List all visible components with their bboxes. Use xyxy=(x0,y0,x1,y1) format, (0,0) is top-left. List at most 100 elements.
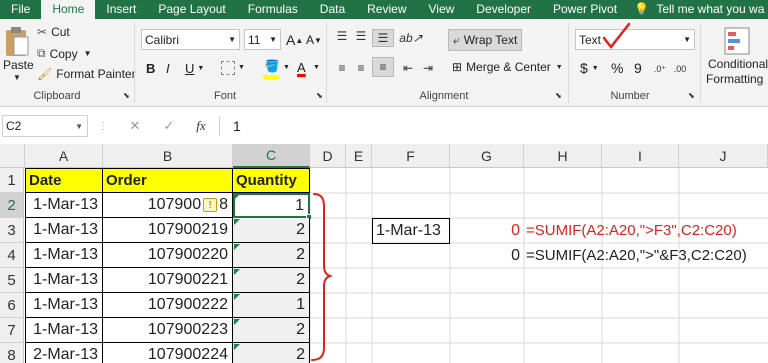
orientation-icon[interactable]: ab↗ xyxy=(399,29,422,47)
row-header-6[interactable]: 6 xyxy=(0,293,24,318)
font-size-box[interactable]: 11 ▼ xyxy=(244,29,281,50)
increase-decimal-icon[interactable]: .0⁺ xyxy=(651,61,669,77)
increase-indent-icon[interactable]: ⇥ xyxy=(420,61,436,75)
column-header-g[interactable]: G xyxy=(450,144,524,168)
column-header-j[interactable]: J xyxy=(679,144,768,168)
decrease-indent-icon[interactable]: ⇤ xyxy=(400,61,416,75)
formula-bar-handle-icon[interactable]: ⋮ xyxy=(98,118,108,134)
row-header-4[interactable]: 4 xyxy=(0,243,24,268)
tab-developer[interactable]: Developer xyxy=(465,0,542,19)
tab-insert[interactable]: Insert xyxy=(95,0,147,19)
row-header-1[interactable]: 1 xyxy=(0,168,24,193)
cell-a8[interactable]: 2-Mar-13 xyxy=(25,343,103,363)
cell-a5[interactable]: 1-Mar-13 xyxy=(25,268,103,293)
cell-c5[interactable]: 2 xyxy=(233,268,310,293)
cell-c7[interactable]: 2 xyxy=(233,318,310,343)
paste-dropdown-icon[interactable]: ▼ xyxy=(13,73,21,82)
font-launcher-icon[interactable]: ⬊ xyxy=(316,91,323,100)
column-header-d[interactable]: D xyxy=(310,144,346,168)
italic-button[interactable]: I xyxy=(166,61,170,76)
cell-b1[interactable]: Order xyxy=(102,168,233,193)
clipboard-launcher-icon[interactable]: ⬊ xyxy=(123,91,130,100)
cell-b8[interactable]: 107900224 xyxy=(103,343,233,363)
font-color-dropdown-icon[interactable]: ▼ xyxy=(313,64,320,71)
currency-button[interactable]: $ ▼ xyxy=(580,60,599,76)
column-header-c[interactable]: C xyxy=(233,144,310,168)
wrap-text-button[interactable]: ⤶ Wrap Text xyxy=(448,29,523,51)
cell-a4[interactable]: 1-Mar-13 xyxy=(25,243,103,268)
warning-icon[interactable]: ! xyxy=(203,198,218,212)
tab-view[interactable]: View xyxy=(418,0,466,19)
row-header-7[interactable]: 7 xyxy=(0,318,24,343)
align-right-icon[interactable]: ≡ xyxy=(372,57,394,77)
alignment-launcher-icon[interactable]: ⬊ xyxy=(555,91,562,100)
paste-label[interactable]: Paste xyxy=(3,58,34,72)
column-header-e[interactable]: E xyxy=(346,144,372,168)
align-center-icon[interactable]: ≡ xyxy=(353,61,369,75)
column-header-h[interactable]: H xyxy=(524,144,602,168)
tab-review[interactable]: Review xyxy=(356,0,417,19)
number-format-box[interactable]: Text ▼ xyxy=(575,29,695,50)
name-box[interactable]: C2 ▼ xyxy=(2,115,88,137)
tab-formulas[interactable]: Formulas xyxy=(237,0,309,19)
cancel-icon[interactable]: ✕ xyxy=(128,118,142,134)
bold-button[interactable]: B xyxy=(146,61,155,76)
cell-h4[interactable]: =SUMIF(A2:A20,">"&F3,C2:C20) xyxy=(524,243,747,268)
cell-g4[interactable]: 0 xyxy=(450,243,524,268)
percent-button[interactable]: % xyxy=(611,60,623,76)
bottom-align-icon[interactable]: ☰ xyxy=(372,29,394,47)
shrink-font-button[interactable]: A ▼ xyxy=(306,33,322,47)
conditional-formatting-icon[interactable] xyxy=(724,27,750,55)
merge-center-button[interactable]: ⊞ Merge & Center ▼ xyxy=(452,60,563,74)
cell-c3[interactable]: 2 xyxy=(233,218,310,243)
row-header-2[interactable]: 2 xyxy=(0,193,24,218)
cell-a2[interactable]: 1-Mar-13 xyxy=(25,193,103,218)
copy-button[interactable]: ⧉ Copy ▼ xyxy=(37,46,92,61)
row-header-3[interactable]: 3 xyxy=(0,218,24,243)
formula-input[interactable]: 1 xyxy=(233,118,241,134)
tab-power-pivot[interactable]: Power Pivot xyxy=(542,0,628,19)
cell-b4[interactable]: 107900220 xyxy=(103,243,233,268)
cell-a3[interactable]: 1-Mar-13 xyxy=(25,218,103,243)
insert-function-icon[interactable]: fx xyxy=(193,118,209,134)
row-header-8[interactable]: 8 xyxy=(0,343,24,363)
cell-h3[interactable]: =SUMIF(A2:A20,">F3",C2:C20) xyxy=(524,218,737,243)
conditional-formatting-label-2[interactable]: Formatting▼ xyxy=(706,72,768,86)
decrease-decimal-icon[interactable]: .00 xyxy=(671,61,689,77)
cell-c2[interactable]: 1 xyxy=(233,193,310,218)
cut-button[interactable]: ✂ Cut xyxy=(37,25,70,39)
paste-button[interactable] xyxy=(2,25,32,59)
top-align-icon[interactable]: ☰ xyxy=(334,29,350,43)
cell-b3[interactable]: 107900219 xyxy=(103,218,233,243)
cell-c8[interactable]: 2 xyxy=(233,343,310,363)
comma-style-button[interactable]: 9 xyxy=(634,60,642,76)
column-header-a[interactable]: A xyxy=(25,144,103,168)
tab-home[interactable]: Home xyxy=(41,0,96,20)
cell-a7[interactable]: 1-Mar-13 xyxy=(25,318,103,343)
column-header-f[interactable]: F xyxy=(372,144,450,168)
tab-data[interactable]: Data xyxy=(309,0,356,19)
font-name-box[interactable]: Calibri ▼ xyxy=(141,29,240,50)
enter-icon[interactable]: ✓ xyxy=(162,118,176,134)
cell-c6[interactable]: 1 xyxy=(233,293,310,318)
fill-color-dropdown-icon[interactable]: ▼ xyxy=(283,64,290,71)
column-header-i[interactable]: I xyxy=(602,144,679,168)
cell-a6[interactable]: 1-Mar-13 xyxy=(25,293,103,318)
grow-font-button[interactable]: A ▲ xyxy=(286,32,303,48)
format-painter-button[interactable]: 🖌 Format Painter xyxy=(37,67,136,81)
tell-me-box[interactable]: 💡 Tell me what you wa xyxy=(628,0,768,19)
fill-color-icon[interactable]: 🪣 xyxy=(264,57,280,75)
conditional-formatting-label-1[interactable]: Conditional xyxy=(708,57,768,71)
cell-f3[interactable]: 1-Mar-13 xyxy=(372,218,450,244)
cell-c1[interactable]: Quantity xyxy=(232,168,310,193)
cell-c4[interactable]: 2 xyxy=(233,243,310,268)
row-header-5[interactable]: 5 xyxy=(0,268,24,293)
column-header-b[interactable]: B xyxy=(103,144,233,168)
tab-page-layout[interactable]: Page Layout xyxy=(147,0,236,19)
cell-b7[interactable]: 107900223 xyxy=(103,318,233,343)
borders-icon[interactable] xyxy=(221,61,235,75)
cell-b2[interactable]: 107900 ! 8 xyxy=(103,193,233,218)
font-color-button[interactable]: A xyxy=(297,60,306,75)
align-left-icon[interactable]: ≡ xyxy=(334,61,350,75)
tab-file[interactable]: File xyxy=(0,0,41,19)
